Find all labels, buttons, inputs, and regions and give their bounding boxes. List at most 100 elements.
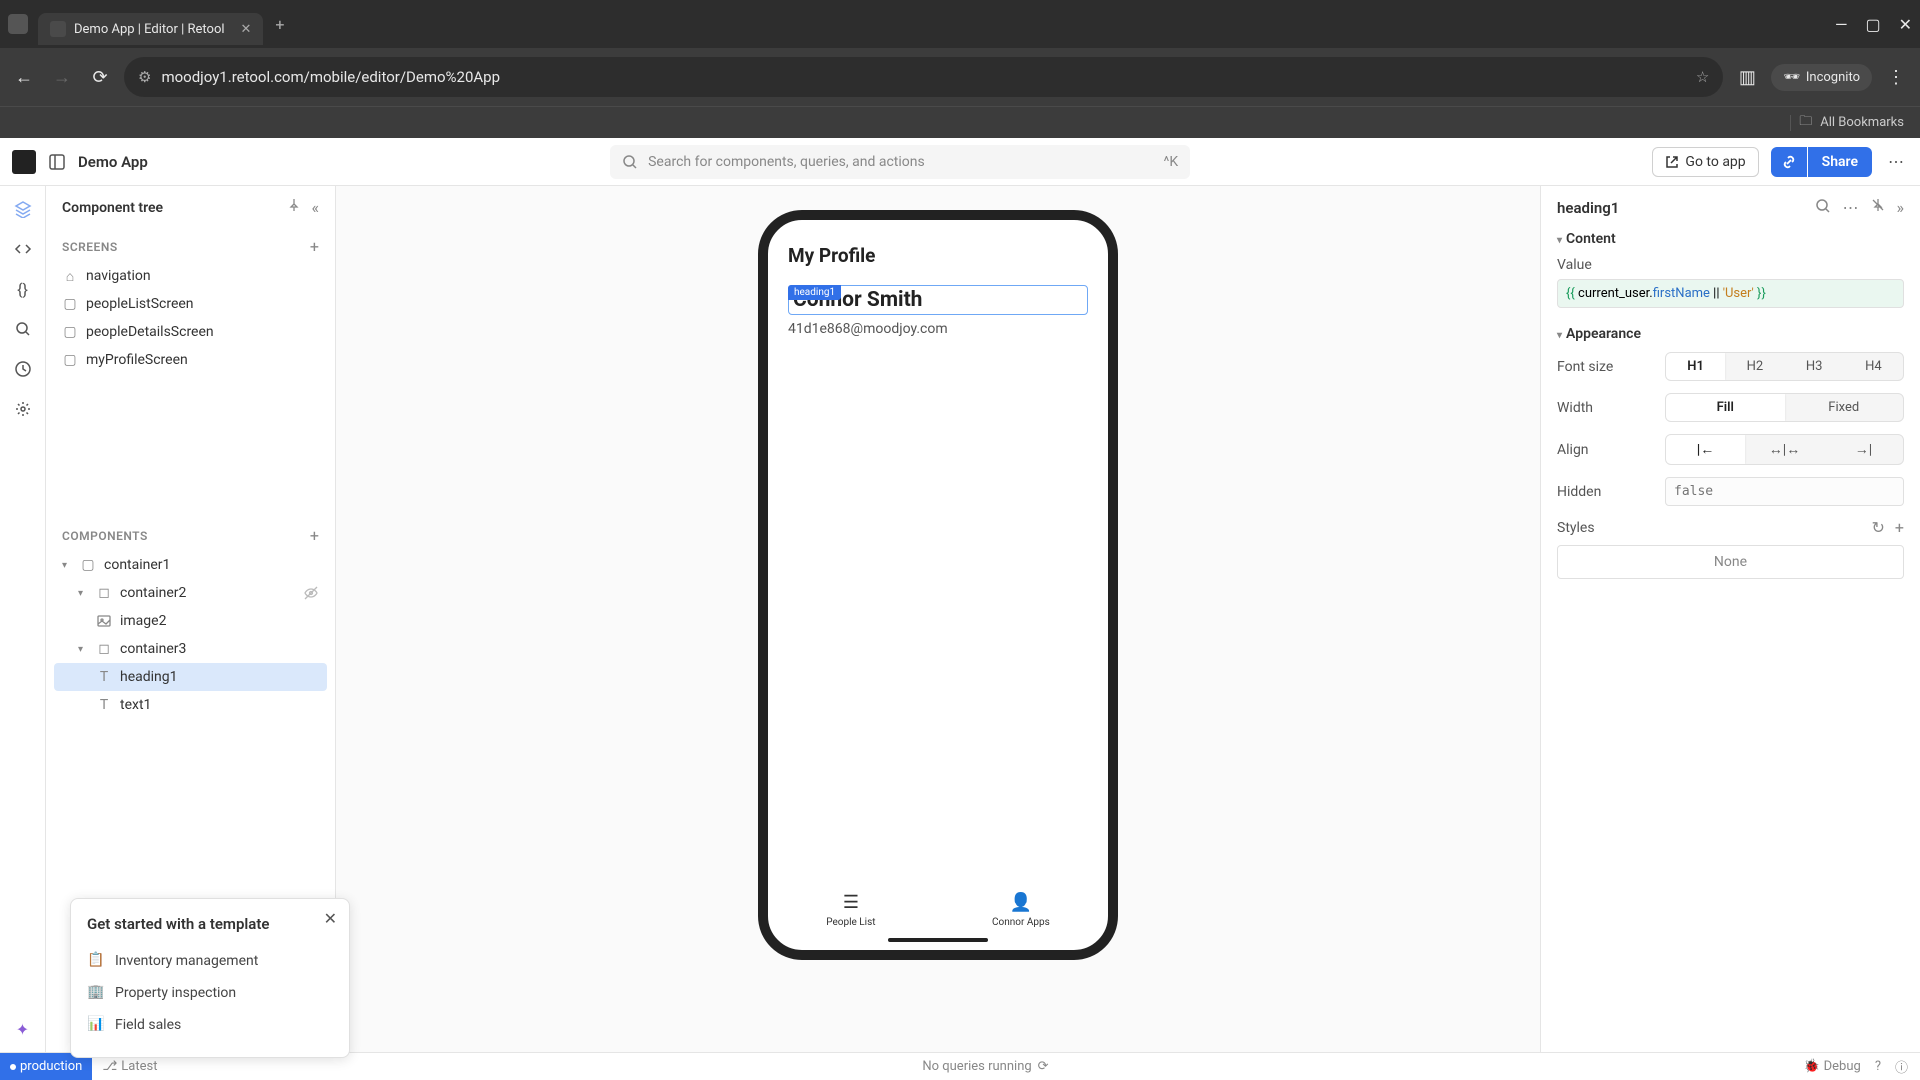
template-inventory[interactable]: 📋 Inventory management	[87, 945, 333, 977]
new-tab-button[interactable]: +	[275, 15, 284, 34]
rail-layers-icon[interactable]	[12, 198, 34, 220]
more-menu-icon[interactable]: ⋯	[1884, 148, 1908, 175]
browser-menu-icon[interactable]: ⋮	[1882, 67, 1910, 88]
fontsize-h3[interactable]: H3	[1785, 353, 1844, 380]
fontsize-h2[interactable]: H2	[1725, 353, 1784, 380]
go-to-app-button[interactable]: Go to app	[1652, 147, 1758, 177]
search-icon	[622, 154, 638, 170]
component-label: text1	[120, 697, 151, 713]
nav-label: Connor Apps	[992, 917, 1050, 928]
rail-search-icon[interactable]	[12, 318, 34, 340]
back-button[interactable]: ←	[10, 67, 38, 88]
global-search[interactable]: Search for components, queries, and acti…	[610, 145, 1190, 179]
all-bookmarks-link[interactable]: All Bookmarks	[1820, 115, 1904, 130]
content-section-title[interactable]: Content	[1566, 231, 1616, 247]
screen-label: peopleDetailsScreen	[86, 324, 214, 340]
screen-label: peopleListScreen	[86, 296, 194, 312]
side-panel-icon[interactable]: ▥	[1733, 67, 1761, 88]
value-code-input[interactable]: {{ current_user.firstName || 'User' }}	[1557, 279, 1904, 308]
rail-braces-icon[interactable]: {}	[12, 278, 34, 300]
window-close-icon[interactable]: ✕	[1899, 15, 1912, 34]
info-icon[interactable]: ⓘ	[1895, 1057, 1908, 1076]
caret-icon[interactable]: ▾	[78, 588, 88, 599]
hidden-eye-icon[interactable]	[303, 585, 319, 601]
retool-logo-icon[interactable]	[12, 150, 36, 174]
version-label: Latest	[121, 1059, 157, 1074]
tab-close-icon[interactable]: ✕	[241, 22, 252, 37]
help-icon[interactable]: ?	[1875, 1059, 1881, 1074]
component-container1[interactable]: ▾ ▢ container1	[54, 551, 327, 579]
share-link-button[interactable]	[1771, 147, 1807, 177]
person-icon: 👤	[1010, 892, 1032, 913]
align-left-icon[interactable]: |←	[1666, 435, 1745, 464]
profile-email: 41d1e868@moodjoy.com	[788, 321, 1088, 337]
screens-section-title: SCREENS	[62, 240, 118, 254]
external-link-icon	[1665, 155, 1679, 169]
window-minimize-icon[interactable]: —	[1835, 15, 1848, 34]
pin-icon[interactable]	[287, 198, 301, 217]
appearance-section-title[interactable]: Appearance	[1566, 326, 1641, 342]
add-screen-button[interactable]: +	[310, 237, 319, 256]
screen-icon: ▢	[62, 296, 78, 312]
version-latest[interactable]: ⎇ Latest	[92, 1059, 167, 1074]
component-text1[interactable]: T text1	[54, 691, 327, 719]
component-image2[interactable]: image2	[54, 607, 327, 635]
component-container3[interactable]: ▾ ◻ container3	[54, 635, 327, 663]
caret-icon[interactable]: ▾	[62, 560, 72, 571]
caret-icon[interactable]: ▾	[78, 644, 88, 655]
canvas[interactable]: My Profile heading1 Connor Smith 41d1e86…	[336, 186, 1540, 1052]
component-label: image2	[120, 613, 166, 629]
template-label: Property inspection	[115, 985, 236, 1001]
nav-connor-apps[interactable]: 👤 Connor Apps	[992, 892, 1050, 928]
screen-item-peoplelist[interactable]: ▢ peopleListScreen	[54, 290, 327, 318]
screen-item-myprofile[interactable]: ▢ myProfileScreen	[54, 346, 327, 374]
width-segmented: Fill Fixed	[1665, 393, 1904, 422]
width-fill[interactable]: Fill	[1666, 394, 1785, 421]
width-fixed[interactable]: Fixed	[1785, 394, 1904, 421]
inspector-more-icon[interactable]: ⋯	[1843, 198, 1859, 217]
reset-styles-icon[interactable]: ↻	[1872, 518, 1885, 537]
rail-code-icon[interactable]	[12, 238, 34, 260]
add-style-icon[interactable]: +	[1895, 518, 1904, 537]
incognito-chip[interactable]: 🕶 Incognito	[1771, 64, 1872, 91]
align-right-icon[interactable]: →|	[1824, 435, 1903, 464]
window-maximize-icon[interactable]: ▢	[1865, 15, 1880, 34]
close-icon[interactable]: ✕	[324, 909, 337, 928]
share-button[interactable]: Share	[1808, 147, 1872, 177]
template-property[interactable]: 🏢 Property inspection	[87, 977, 333, 1009]
debug-button[interactable]: 🐞 Debug	[1803, 1059, 1860, 1074]
heading1-component[interactable]: heading1 Connor Smith	[788, 285, 1088, 315]
env-label: production	[20, 1059, 82, 1074]
rail-settings-icon[interactable]	[12, 398, 34, 420]
inspector-collapse-icon[interactable]: »	[1897, 198, 1905, 217]
hidden-input[interactable]	[1665, 477, 1904, 506]
nav-people-list[interactable]: ☰ People List	[826, 892, 875, 928]
browser-tab-active[interactable]: Demo App | Editor | Retool ✕	[38, 13, 263, 45]
nav-label: People List	[826, 917, 875, 928]
workspace-icon[interactable]	[8, 14, 28, 34]
template-fieldsales[interactable]: 📊 Field sales	[87, 1009, 333, 1041]
component-container2[interactable]: ▾ ◻ container2	[54, 579, 327, 607]
panel-layout-icon[interactable]	[48, 153, 66, 171]
url-bar[interactable]: ⚙ moodjoy1.retool.com/mobile/editor/Demo…	[124, 57, 1723, 97]
screen-item-navigation[interactable]: ⌂ navigation	[54, 262, 327, 290]
forward-button[interactable]: →	[48, 67, 76, 88]
phone-preview: My Profile heading1 Connor Smith 41d1e86…	[758, 210, 1118, 960]
add-component-button[interactable]: +	[310, 526, 319, 545]
inspector-panel: heading1 ⋯ » ▾Content Value {{ current_u…	[1540, 186, 1920, 1052]
align-center-icon[interactable]: ↔|↔	[1745, 435, 1824, 464]
go-to-app-label: Go to app	[1685, 154, 1745, 170]
component-heading1[interactable]: T heading1	[54, 663, 327, 691]
site-settings-icon[interactable]: ⚙	[138, 68, 151, 86]
spinner-icon: ⟳	[1038, 1059, 1049, 1074]
fontsize-h1[interactable]: H1	[1666, 353, 1725, 380]
bookmark-star-icon[interactable]: ☆	[1696, 68, 1709, 86]
rail-sparkle-icon[interactable]: ✦	[12, 1018, 34, 1040]
rail-history-icon[interactable]	[12, 358, 34, 380]
inspector-unpin-icon[interactable]	[1871, 198, 1885, 217]
collapse-panel-icon[interactable]: «	[311, 198, 319, 217]
inspector-search-icon[interactable]	[1815, 198, 1831, 217]
screen-item-peopledetails[interactable]: ▢ peopleDetailsScreen	[54, 318, 327, 346]
reload-button[interactable]: ⟳	[86, 67, 114, 88]
fontsize-h4[interactable]: H4	[1844, 353, 1903, 380]
